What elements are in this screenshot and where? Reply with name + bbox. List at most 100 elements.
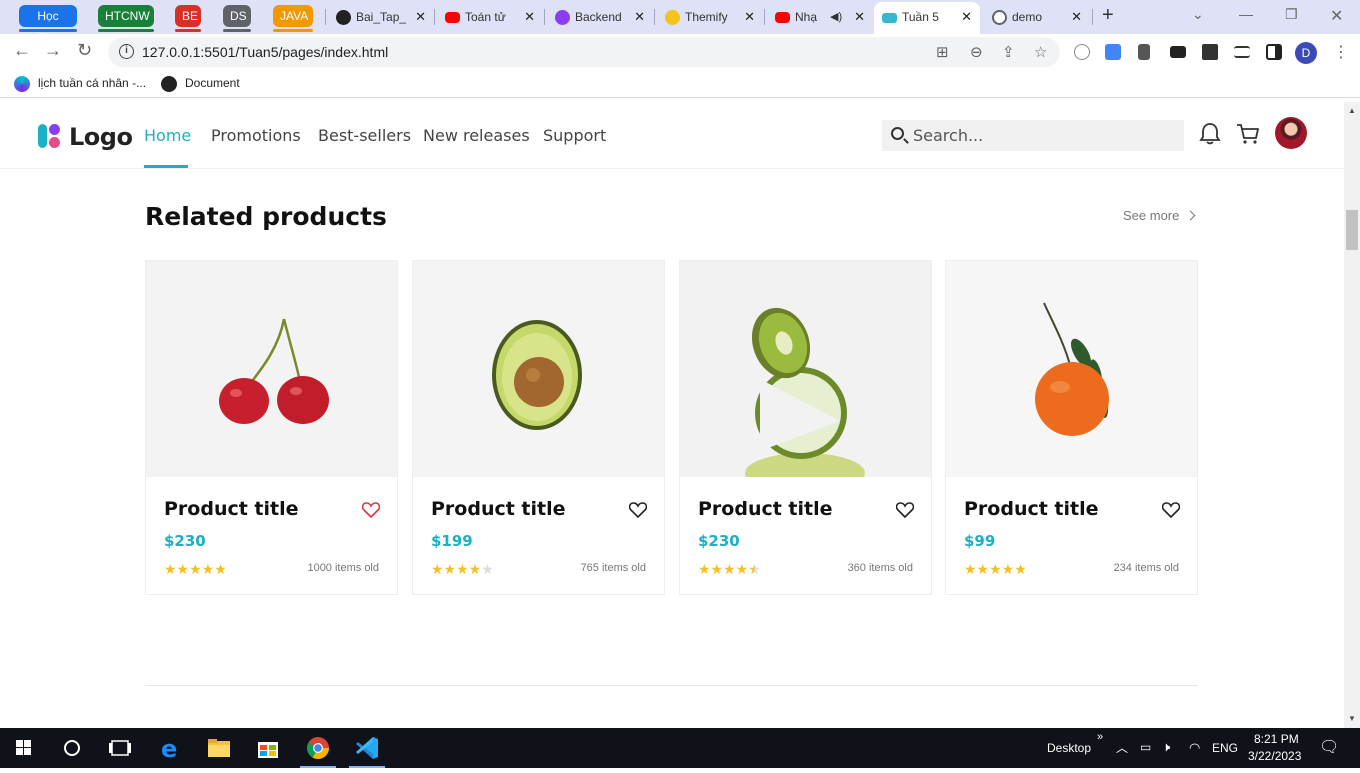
restore-button[interactable]: ❐: [1285, 6, 1298, 23]
tray-chevron-up-icon[interactable]: ︿: [1116, 739, 1128, 756]
volume-icon[interactable]: 🕨: [1162, 739, 1170, 755]
tab-group-java[interactable]: JAVA: [273, 5, 313, 32]
search-taskbar-button[interactable]: [52, 728, 92, 768]
store-taskbar-icon[interactable]: [248, 728, 288, 768]
action-center-icon[interactable]: 🗨: [1319, 737, 1339, 757]
tab-tuan-5[interactable]: Tuần 5 ✕: [874, 2, 980, 34]
bookmark-lich-tuan[interactable]: lịch tuần cá nhân -...: [14, 76, 146, 92]
bookmark-document[interactable]: Document: [161, 76, 240, 92]
product-image-avocado[interactable]: [413, 261, 664, 477]
close-icon[interactable]: ✕: [744, 4, 755, 30]
nav-best-sellers[interactable]: Best-sellers: [318, 126, 411, 145]
scroll-down-arrow-icon[interactable]: ▼: [1348, 714, 1356, 723]
product-title[interactable]: Product title: [431, 498, 566, 520]
reload-button[interactable]: ↻: [77, 40, 92, 61]
product-image-kiwi-lime[interactable]: [680, 261, 931, 477]
search-input[interactable]: [913, 124, 1173, 146]
heart-icon[interactable]: [629, 502, 647, 518]
tab-search-chevron-icon[interactable]: ⌄: [1192, 6, 1204, 23]
tab-demo[interactable]: demo ✕: [984, 4, 1090, 30]
reading-list-icon[interactable]: [1234, 46, 1250, 58]
forward-button[interactable]: →: [44, 40, 62, 61]
tab-backend[interactable]: Backend ✕: [547, 4, 653, 30]
product-card[interactable]: Product title $99 ★★★★★ 234 items old: [945, 260, 1198, 595]
product-title[interactable]: Product title: [164, 498, 299, 520]
close-window-button[interactable]: ✕: [1330, 6, 1343, 26]
translate-icon[interactable]: ⊞: [936, 43, 949, 61]
product-card[interactable]: Product title $230 ★★★★★ 1000 items old: [145, 260, 398, 595]
tab-group-ds[interactable]: DS: [223, 5, 251, 32]
close-icon[interactable]: ✕: [634, 4, 645, 30]
close-icon[interactable]: ✕: [961, 2, 972, 32]
tab-group-hoc-tap[interactable]: Học Tập: [19, 5, 77, 45]
close-icon[interactable]: ✕: [854, 4, 865, 30]
toolbar-expand-icon[interactable]: »: [1097, 731, 1103, 743]
tab-themify[interactable]: Themify ✕: [657, 4, 763, 30]
edge-taskbar-icon[interactable]: e: [150, 728, 190, 768]
extensions-puzzle-icon[interactable]: [1202, 44, 1218, 60]
tab-group-be[interactable]: BE: [175, 5, 201, 32]
github-icon: [336, 10, 351, 25]
notes-extension-icon[interactable]: [1138, 44, 1150, 60]
heart-icon[interactable]: [896, 502, 914, 518]
heart-icon[interactable]: [1162, 502, 1180, 518]
product-title[interactable]: Product title: [698, 498, 833, 520]
share-icon[interactable]: ⇪: [1002, 43, 1015, 61]
address-bar[interactable]: i 127.0.0.1:5501/Tuan5/pages/index.html …: [108, 37, 1060, 67]
rating-stars: ★★★★★: [964, 561, 1027, 577]
language-indicator[interactable]: ENG: [1212, 741, 1238, 755]
bookmark-star-icon[interactable]: ☆: [1034, 43, 1047, 61]
minimize-button[interactable]: —: [1239, 6, 1253, 22]
chrome-taskbar-icon[interactable]: [298, 728, 338, 768]
translate-extension-icon[interactable]: [1105, 44, 1121, 60]
section-divider: [145, 685, 1198, 686]
wifi-icon[interactable]: ◠: [1189, 740, 1200, 756]
start-button[interactable]: [4, 728, 44, 768]
cart-icon[interactable]: [1236, 123, 1260, 145]
speaker-icon[interactable]: ◀): [830, 4, 842, 30]
product-card[interactable]: Product title $230 ★★★★★ 360 items old: [679, 260, 932, 595]
nav-promotions[interactable]: Promotions: [211, 126, 301, 145]
tab-nhac[interactable]: Nhạ ◀) ✕: [767, 4, 873, 30]
profile-avatar[interactable]: D: [1295, 42, 1317, 64]
search-icon: [891, 127, 904, 140]
vscode-taskbar-icon[interactable]: [347, 728, 387, 768]
page-scrollbar[interactable]: ▲ ▼: [1344, 102, 1360, 728]
tab-bai-tap[interactable]: Bai_Tap_ ✕: [328, 4, 434, 30]
product-title[interactable]: Product title: [964, 498, 1099, 520]
canva-icon: [14, 76, 30, 92]
tab-toan-tu[interactable]: Toán tử ✕: [437, 4, 543, 30]
site-info-icon[interactable]: i: [119, 44, 134, 59]
compass-extension-icon[interactable]: [1074, 44, 1090, 60]
nav-new-releases[interactable]: New releases: [423, 126, 530, 145]
see-more-link[interactable]: See more: [1123, 208, 1196, 223]
chrome-menu-icon[interactable]: ⋮: [1333, 42, 1349, 62]
user-avatar[interactable]: [1275, 117, 1307, 149]
close-icon[interactable]: ✕: [524, 4, 535, 30]
scrollbar-thumb[interactable]: [1346, 210, 1358, 250]
card-extension-icon[interactable]: [1170, 46, 1186, 58]
url-text[interactable]: 127.0.0.1:5501/Tuan5/pages/index.html: [142, 44, 388, 60]
battery-icon[interactable]: ▭: [1140, 740, 1151, 754]
nav-support[interactable]: Support: [543, 126, 606, 145]
back-button[interactable]: ←: [13, 40, 31, 61]
scroll-up-arrow-icon[interactable]: ▲: [1348, 106, 1356, 115]
file-explorer-taskbar-icon[interactable]: [199, 728, 239, 768]
close-icon[interactable]: ✕: [415, 4, 426, 30]
bell-icon[interactable]: [1199, 122, 1221, 146]
zoom-icon[interactable]: ⊖: [970, 43, 983, 61]
product-image-cherries[interactable]: [146, 261, 397, 477]
desktop-toolbar-label[interactable]: Desktop: [1047, 741, 1091, 755]
close-icon[interactable]: ✕: [1071, 4, 1082, 30]
new-tab-button[interactable]: +: [1102, 4, 1114, 27]
clock-date[interactable]: 3/22/2023: [1248, 749, 1301, 763]
side-panel-icon[interactable]: [1266, 44, 1282, 60]
product-image-tangerine[interactable]: [946, 261, 1197, 477]
task-view-button[interactable]: [100, 728, 140, 768]
heart-icon[interactable]: [362, 502, 380, 518]
tab-group-htcnw[interactable]: HTCNW: [98, 5, 154, 32]
product-card[interactable]: Product title $199 ★★★★★ 765 items old: [412, 260, 665, 595]
clock-time[interactable]: 8:21 PM: [1254, 732, 1299, 746]
nav-home[interactable]: Home: [144, 126, 191, 145]
youtube-icon: [445, 12, 460, 23]
